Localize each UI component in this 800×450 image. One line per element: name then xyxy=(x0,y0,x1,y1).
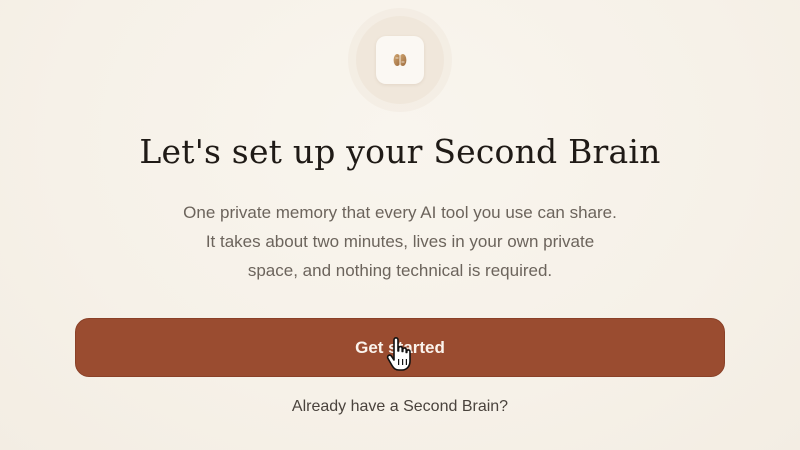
app-logo xyxy=(376,36,424,84)
hand-pointer-icon xyxy=(386,337,411,371)
description-line-3: space, and nothing technical is required… xyxy=(247,261,553,280)
already-have-link[interactable]: Already have a Second Brain? xyxy=(0,398,800,416)
brain-icon xyxy=(393,54,407,66)
logo-halo xyxy=(356,16,444,104)
onboarding-page: Let's set up your Second Brain One priva… xyxy=(0,0,800,450)
page-description: One private memory that every AI tool yo… xyxy=(140,198,660,285)
description-line-1: One private memory that every AI tool yo… xyxy=(183,203,617,222)
description-line-2: It takes about two minutes, lives in you… xyxy=(205,232,595,251)
page-title: Let's set up your Second Brain xyxy=(139,132,661,171)
